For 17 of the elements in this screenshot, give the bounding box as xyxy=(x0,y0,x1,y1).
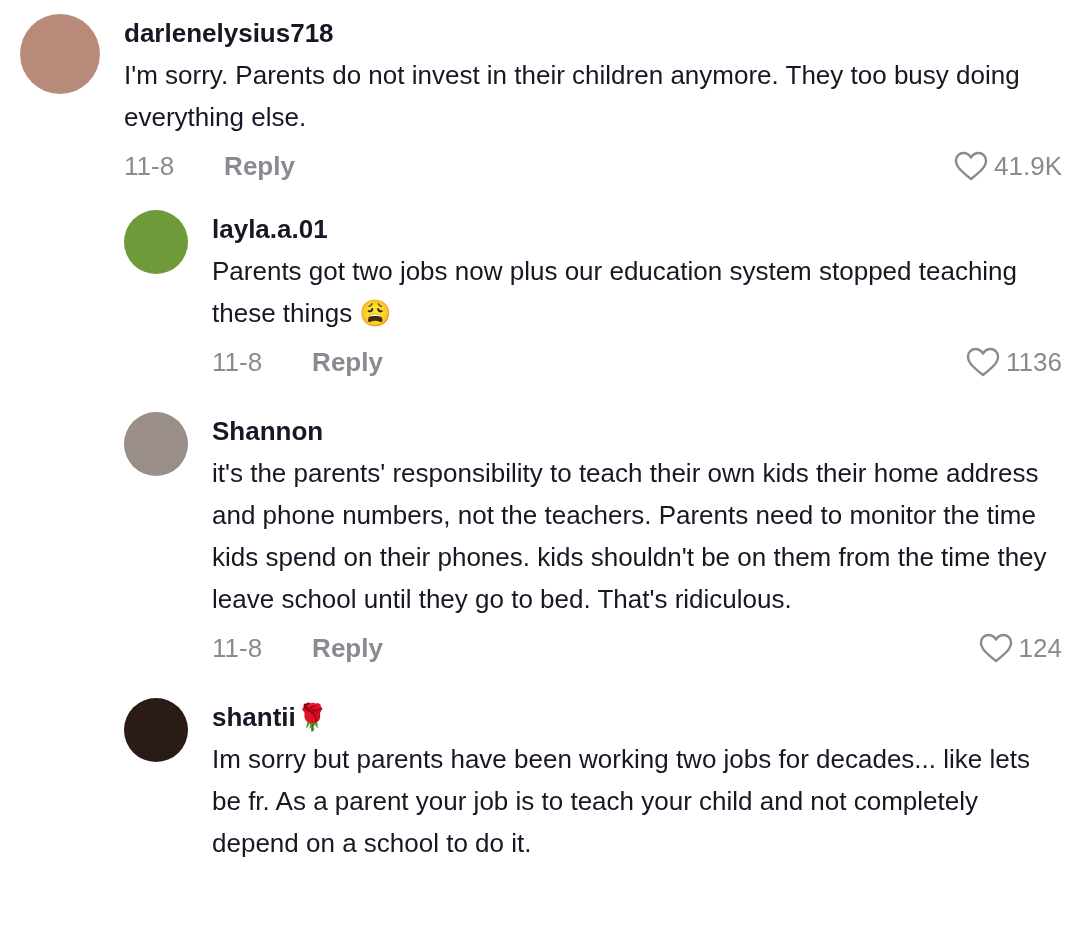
heart-icon[interactable] xyxy=(966,347,1001,377)
heart-icon[interactable] xyxy=(978,633,1013,663)
heart-icon[interactable] xyxy=(954,151,989,181)
comment-date: 11-8 xyxy=(212,631,263,665)
username[interactable]: Shannon xyxy=(212,414,1062,448)
comment-text: Parents got two jobs now plus our education system stopped teaching these things 😩 xyxy=(212,255,1019,330)
comment-text: it's the parents' responsibility to teach their own kids their home address and phone numbers, not the teachers. Parents need to monitor the time kids spend on their phones. kids shouldn't be on them from the time they leave school until they go to bed. That's ridiculous. xyxy=(212,457,1048,616)
comment-text: I'm sorry. Parents do not invest in their children anymore. They too busy doing everything else. xyxy=(124,59,1021,134)
username[interactable]: darlenelysius718 xyxy=(124,16,1062,50)
username[interactable]: layla.a.01 xyxy=(212,212,1062,246)
username[interactable]: shantii🌹 xyxy=(212,700,1062,734)
comment-date: 11-8 xyxy=(212,345,263,379)
like-count: 1136 xyxy=(1006,345,1062,379)
like-count: 124 xyxy=(1018,631,1062,665)
like-count: 41.9K xyxy=(994,149,1062,183)
comment-text: Im sorry but parents have been working two jobs for decades... like lets be fr. As a parent your job is to teach your child and not completely depend on a school to do it. xyxy=(212,743,1031,860)
comment-date: 11-8 xyxy=(124,149,175,183)
